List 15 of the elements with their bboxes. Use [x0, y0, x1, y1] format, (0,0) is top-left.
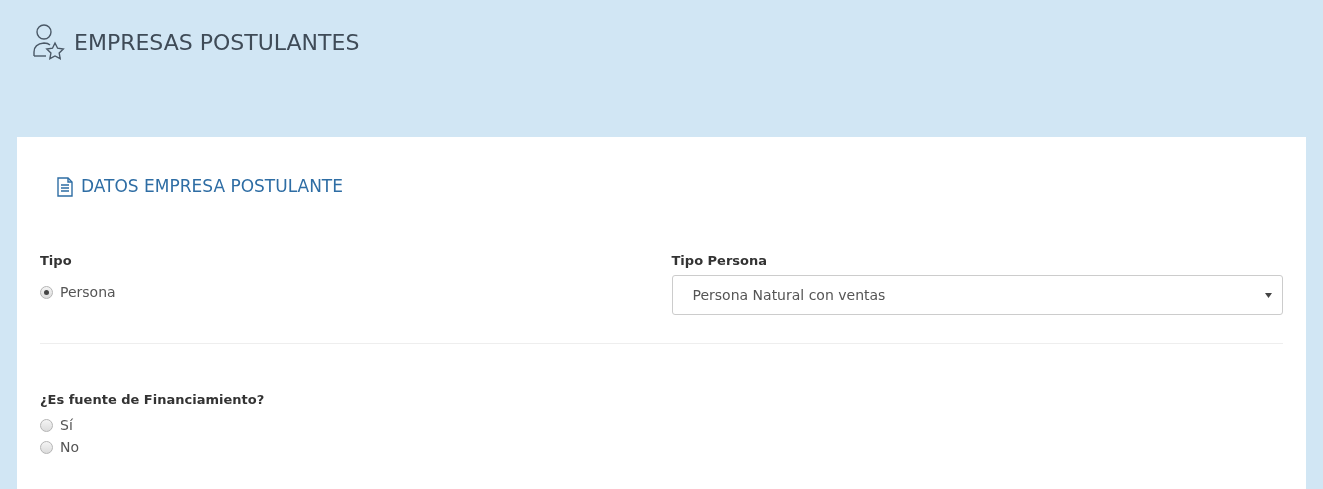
document-list-icon [57, 177, 73, 197]
caret-icon [1265, 292, 1272, 298]
section-title: DATOS EMPRESA POSTULANTE [81, 175, 343, 199]
field-label: ¿Es fuente de Financiamiento? [40, 391, 266, 409]
page-title: EMPRESAS POSTULANTES [74, 29, 360, 57]
select-field[interactable]: Persona Natural con ventas [671, 275, 1283, 315]
field-label: Tipo [40, 252, 73, 270]
radio-button[interactable] [40, 440, 53, 454]
user-star-icon [32, 22, 66, 62]
field-label: Tipo Persona [671, 252, 769, 270]
radio-option[interactable]: Persona [40, 281, 652, 303]
radio-button[interactable] [40, 285, 53, 299]
radio-button[interactable] [40, 418, 53, 432]
radio-option[interactable]: Sí [40, 414, 1283, 436]
radio-option[interactable]: No [40, 436, 1283, 458]
